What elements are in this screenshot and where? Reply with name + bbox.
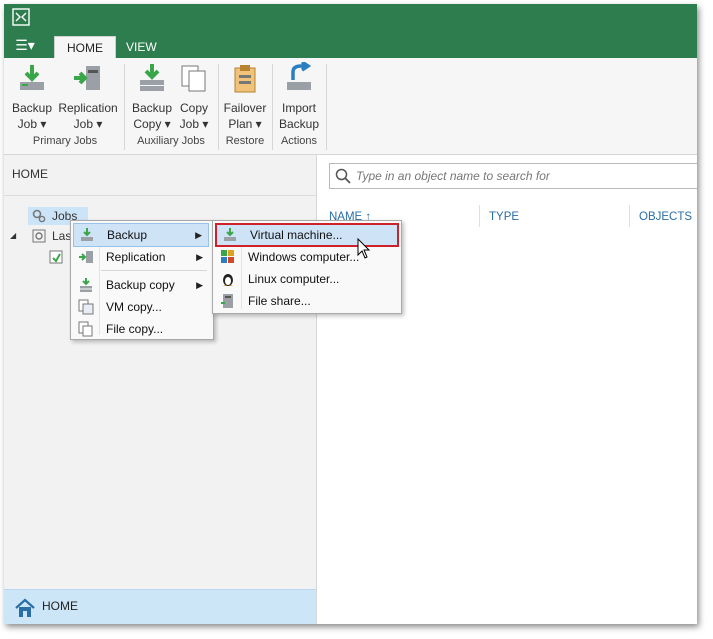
backup-copy-icon [80, 278, 92, 292]
search-input[interactable]: Type in an object name to search for [329, 163, 697, 189]
file-share-icon [221, 294, 233, 308]
tab-home[interactable]: HOME [54, 36, 116, 59]
failover-plan-button[interactable]: Failover Plan ▾ [222, 62, 268, 132]
tree-item-last-label: Las [52, 229, 72, 243]
column-divider [629, 205, 630, 227]
backup-job-label-2: Job ▾ [17, 117, 47, 131]
group-label-actions: Actions [280, 135, 318, 147]
group-label-primary-jobs: Primary Jobs [32, 135, 98, 147]
submenu-arrow-icon: ▶ [196, 280, 203, 290]
ribbon-tab-bar: ☰▾ HOME VIEW [4, 30, 697, 59]
backup-copy-label: Backup [131, 101, 173, 115]
ribbon-separator [272, 64, 273, 150]
column-divider [479, 205, 480, 227]
menu-item-virtual-machine[interactable]: Virtual machine... [215, 223, 399, 247]
search-icon [335, 168, 351, 184]
submenu-arrow-icon: ▶ [196, 252, 203, 262]
job-node-icon [49, 250, 63, 264]
search-placeholder: Type in an object name to search for [356, 169, 550, 183]
replication-job-label-2: Job ▾ [73, 117, 103, 131]
pane-divider [4, 195, 316, 196]
backup-copy-label-2: Copy ▾ [133, 117, 171, 131]
ribbon: Backup Job ▾ Replication Job ▾ Primary J… [4, 58, 697, 155]
import-backup-label: Import [281, 101, 316, 115]
menu-item-file-share[interactable]: File share... [215, 290, 397, 312]
column-header-type[interactable]: TYPE [489, 211, 519, 223]
home-icon [15, 598, 35, 617]
context-menu: Backup ▶ Replication ▶ Backup copy ▶ VM … [70, 220, 214, 340]
bottom-nav-home-label: HOME [42, 599, 78, 613]
tab-view[interactable]: VIEW [114, 36, 169, 58]
menu-item-backup[interactable]: Backup ▶ [73, 223, 209, 247]
copy-job-label-2: Job ▾ [179, 117, 209, 131]
backup-job-button[interactable]: Backup Job ▾ [10, 62, 54, 132]
backup-job-icon [20, 65, 44, 90]
menu-item-windows-computer-label: Windows computer... [248, 250, 360, 264]
failover-plan-label: Failover [223, 101, 267, 115]
copy-job-label: Copy [179, 101, 208, 115]
menu-item-linux-computer-label: Linux computer... [248, 272, 340, 286]
bottom-nav-home[interactable]: HOME [4, 589, 316, 624]
menu-item-file-share-label: File share... [248, 294, 311, 308]
replication-icon [79, 251, 93, 263]
replication-job-label: Replication [58, 101, 118, 115]
title-bar [4, 4, 697, 30]
menu-item-replication[interactable]: Replication ▶ [73, 246, 209, 268]
backup-copy-button[interactable]: Backup Copy ▾ [130, 62, 174, 132]
menu-item-virtual-machine-label: Virtual machine... [250, 228, 343, 242]
menu-item-linux-computer[interactable]: Linux computer... [215, 268, 397, 290]
menu-item-file-copy[interactable]: File copy... [73, 318, 209, 340]
ribbon-separator [326, 64, 327, 150]
menu-item-vm-copy[interactable]: VM copy... [73, 296, 209, 318]
gears-icon [32, 229, 46, 243]
menu-item-replication-label: Replication [106, 250, 166, 264]
copy-job-icon [181, 65, 206, 92]
import-backup-button[interactable]: Import Backup [276, 60, 322, 132]
backup-job-label: Backup [11, 101, 53, 115]
app-window: ☰▾ HOME VIEW Backup Job ▾ Replication Jo… [4, 4, 697, 624]
menu-item-vm-copy-label: VM copy... [106, 300, 162, 314]
copy-job-button[interactable]: Copy Job ▾ [176, 62, 212, 132]
menu-separator [101, 270, 207, 271]
windows-icon [221, 250, 234, 263]
menu-item-file-copy-label: File copy... [106, 322, 164, 336]
replication-job-button[interactable]: Replication Job ▾ [57, 62, 119, 132]
group-label-restore: Restore [225, 135, 265, 147]
failover-plan-label-2: Plan ▾ [228, 117, 262, 131]
pane-header: HOME [12, 167, 48, 181]
backup-icon [81, 228, 93, 241]
import-backup-label-2: Backup [278, 117, 320, 131]
group-label-auxiliary-jobs: Auxiliary Jobs [137, 135, 205, 147]
gears-icon [32, 209, 46, 223]
file-copy-icon [78, 321, 93, 337]
ribbon-separator [218, 64, 219, 150]
menu-item-backup-label: Backup [107, 228, 148, 242]
backup-copy-icon [140, 64, 164, 91]
import-backup-icon [287, 60, 312, 90]
submenu-arrow-icon: ▶ [195, 230, 202, 240]
virtual-machine-icon [224, 228, 236, 241]
failover-plan-icon [234, 65, 256, 93]
column-header-objects[interactable]: OBJECTS [639, 211, 692, 223]
linux-penguin-icon [223, 274, 233, 286]
menu-item-backup-copy-label: Backup copy [106, 278, 175, 292]
menu-item-backup-copy[interactable]: Backup copy ▶ [73, 274, 209, 296]
expand-arrow-icon: ◢ [10, 231, 17, 240]
backup-submenu: Virtual machine... Windows computer... L… [212, 220, 402, 314]
veeam-logo-icon [12, 8, 30, 26]
main-menu-icon[interactable]: ☰▾ [10, 35, 40, 55]
ribbon-separator [124, 64, 125, 150]
vm-copy-icon [78, 299, 94, 315]
mouse-cursor-icon [357, 238, 371, 259]
replication-job-icon [74, 66, 100, 90]
